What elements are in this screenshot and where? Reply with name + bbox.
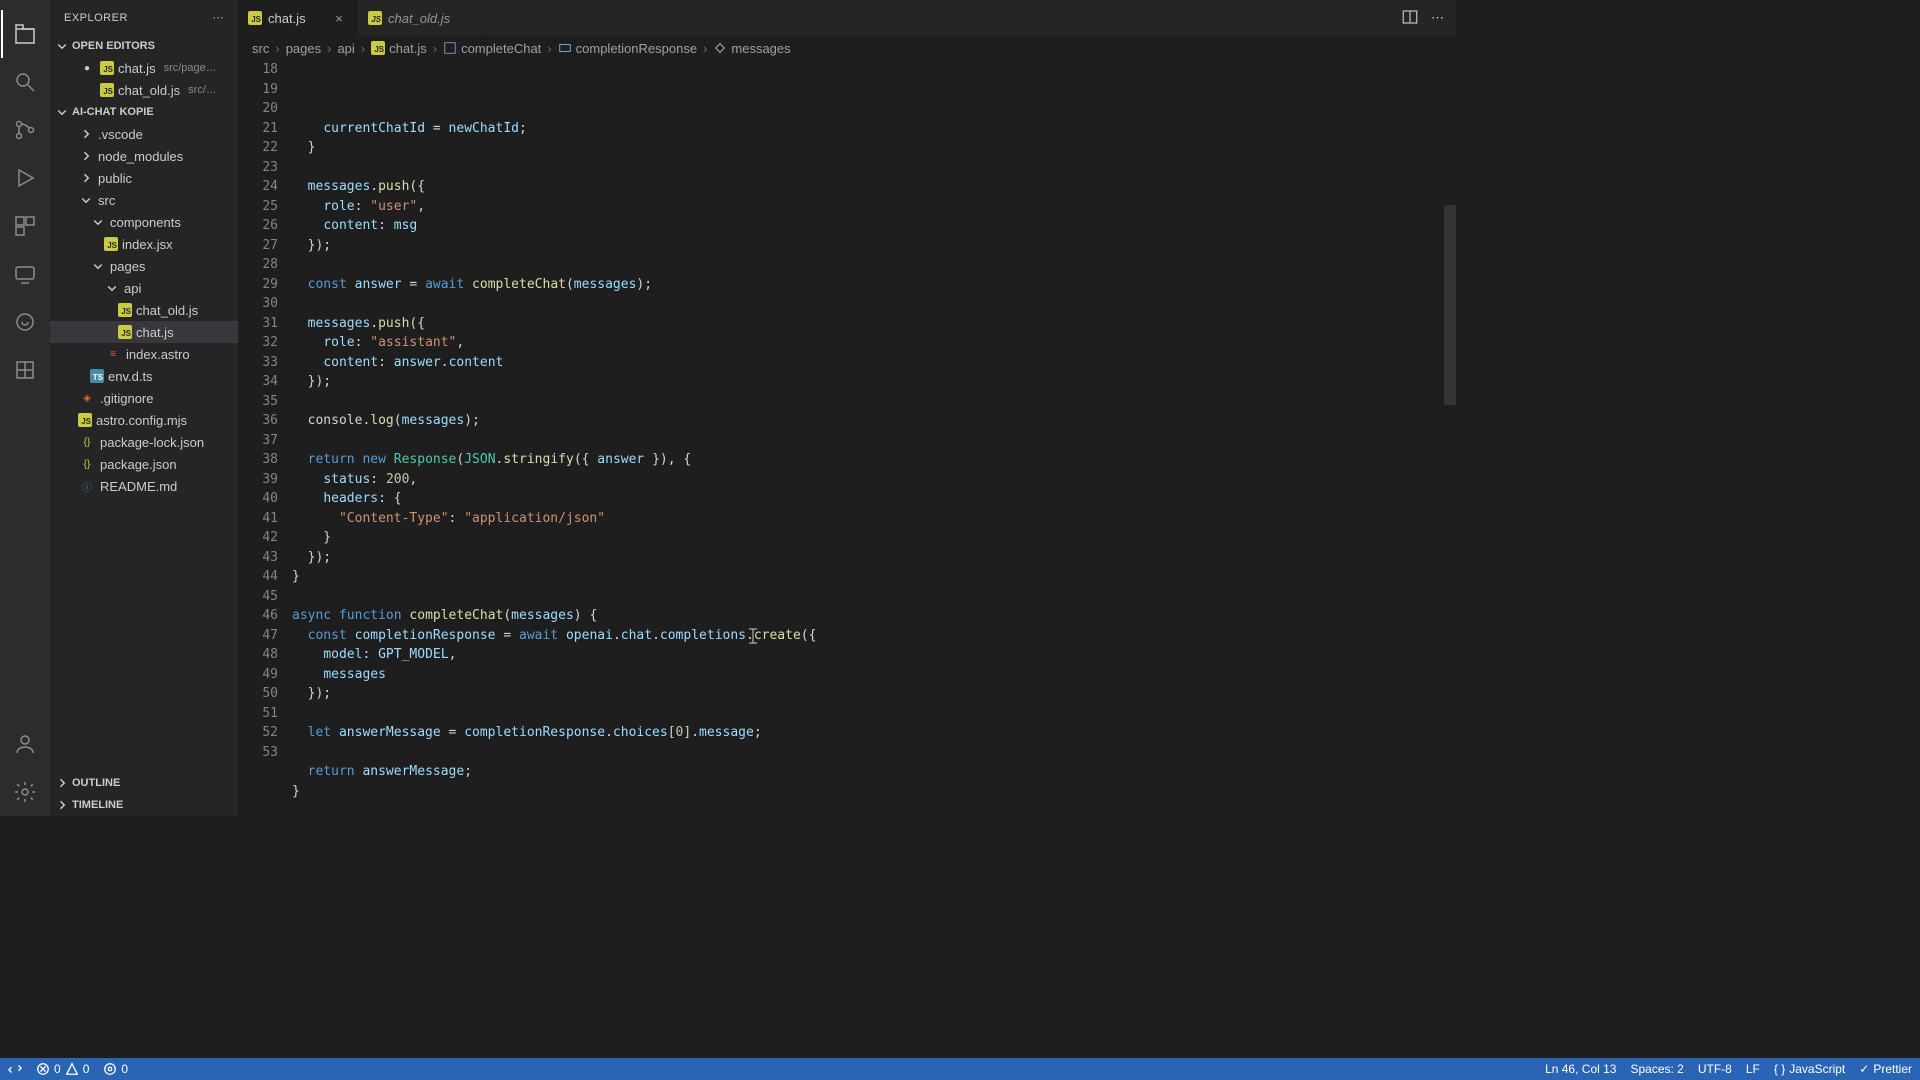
- file-env[interactable]: TSenv.d.ts: [50, 365, 238, 387]
- activity-source-control[interactable]: [1, 106, 49, 154]
- folder-src[interactable]: src: [50, 189, 238, 211]
- activity-extra-2[interactable]: [1, 346, 49, 394]
- status-cursor-pos[interactable]: Ln 46, Col 13: [1545, 1062, 1616, 1076]
- chevron-right-icon: [78, 148, 94, 164]
- file-astro-config[interactable]: JSastro.config.mjs: [50, 409, 238, 431]
- chevron-right-icon: [78, 170, 94, 186]
- file-chat[interactable]: JSchat.js: [50, 321, 238, 343]
- file-pkg-lock[interactable]: {}package-lock.json: [50, 431, 238, 453]
- chevron-down-icon: [90, 258, 106, 274]
- activity-search[interactable]: [1, 58, 49, 106]
- js-file-icon: JS: [248, 11, 262, 25]
- activity-bar: [0, 0, 50, 816]
- folder-api[interactable]: api: [50, 277, 238, 299]
- main-area: JS chat.js × JS chat_old.js ⋯ src› pages…: [238, 0, 1456, 816]
- status-ports[interactable]: 0: [103, 1062, 128, 1076]
- workspace-header[interactable]: AI-CHAT KOPIE: [50, 101, 238, 123]
- js-file-icon: JS: [118, 303, 132, 317]
- json-file-icon: {}: [78, 455, 96, 473]
- chevron-down-icon: [78, 192, 94, 208]
- ts-file-icon: TS: [90, 369, 104, 383]
- js-file-icon: JS: [118, 325, 132, 339]
- astro-file-icon: ≡: [104, 345, 122, 363]
- close-icon: [78, 81, 96, 99]
- status-problems[interactable]: 0 0: [36, 1062, 89, 1076]
- status-encoding[interactable]: UTF-8: [1698, 1062, 1732, 1076]
- dirty-dot-icon: ●: [78, 59, 96, 77]
- line-gutter: 1819202122232425262728293031323334353637…: [238, 60, 292, 816]
- folder-pages[interactable]: pages: [50, 255, 238, 277]
- chevron-down-icon: [54, 38, 70, 54]
- js-file-icon: JS: [78, 413, 92, 427]
- folder-public[interactable]: public: [50, 167, 238, 189]
- js-file-icon: JS: [371, 41, 385, 55]
- tab-bar: JS chat.js × JS chat_old.js ⋯: [238, 0, 1456, 36]
- status-eol[interactable]: LF: [1746, 1062, 1760, 1076]
- chevron-down-icon: [104, 280, 120, 296]
- method-icon: [443, 41, 457, 55]
- open-editors-header[interactable]: OPEN EDITORS: [50, 35, 238, 57]
- js-file-icon: JS: [100, 83, 114, 97]
- file-index-astro[interactable]: ≡index.astro: [50, 343, 238, 365]
- file-chat-old[interactable]: JSchat_old.js: [50, 299, 238, 321]
- chevron-down-icon: [54, 104, 70, 120]
- editor[interactable]: 1819202122232425262728293031323334353637…: [238, 60, 1456, 816]
- explorer-label: EXPLORER: [64, 12, 128, 24]
- activity-extra-1[interactable]: [1, 298, 49, 346]
- info-file-icon: ⓘ: [78, 477, 96, 495]
- more-actions-icon[interactable]: ⋯: [1431, 10, 1444, 26]
- folder-vscode[interactable]: .vscode: [50, 123, 238, 145]
- folder-components[interactable]: components: [50, 211, 238, 233]
- activity-settings[interactable]: [1, 768, 49, 816]
- sidebar: EXPLORER ⋯ OPEN EDITORS ● JS chat.js src…: [50, 0, 238, 816]
- status-remote[interactable]: [8, 1062, 22, 1076]
- js-file-icon: JS: [104, 237, 118, 251]
- status-bar: 0 0 0 Ln 46, Col 13 Spaces: 2 UTF-8 LF {…: [0, 1058, 1920, 1080]
- tab-chat-old-js[interactable]: JS chat_old.js: [358, 0, 483, 36]
- js-file-icon: JS: [100, 61, 114, 75]
- json-file-icon: {}: [78, 433, 96, 451]
- split-editor-icon[interactable]: [1401, 8, 1419, 29]
- outline-header[interactable]: OUTLINE: [50, 772, 238, 794]
- activity-remote[interactable]: [1, 250, 49, 298]
- chevron-right-icon: [78, 126, 94, 142]
- code-content[interactable]: currentChatId = newChatId; } messages.pu…: [292, 60, 1456, 816]
- git-file-icon: ◈: [78, 389, 96, 407]
- chevron-right-icon: [54, 797, 70, 813]
- tab-close-icon[interactable]: ×: [331, 11, 347, 26]
- property-icon: [713, 41, 727, 55]
- variable-icon: [558, 41, 572, 55]
- chevron-down-icon: [90, 214, 106, 230]
- file-gitignore[interactable]: ◈.gitignore: [50, 387, 238, 409]
- open-editor-item[interactable]: JS chat_old.js src/…: [50, 79, 238, 101]
- status-indentation[interactable]: Spaces: 2: [1630, 1062, 1683, 1076]
- explorer-more-icon[interactable]: ⋯: [213, 11, 225, 24]
- activity-run-debug[interactable]: [1, 154, 49, 202]
- breadcrumb[interactable]: src› pages› api› JSchat.js› completeChat…: [238, 36, 1456, 60]
- tab-chat-js[interactable]: JS chat.js ×: [238, 0, 358, 36]
- activity-extensions[interactable]: [1, 202, 49, 250]
- status-prettier[interactable]: ✓ Prettier: [1859, 1062, 1912, 1076]
- file-pkg[interactable]: {}package.json: [50, 453, 238, 475]
- js-file-icon: JS: [368, 11, 382, 25]
- timeline-header[interactable]: TIMELINE: [50, 794, 238, 816]
- chevron-right-icon: [54, 775, 70, 791]
- file-readme[interactable]: ⓘREADME.md: [50, 475, 238, 497]
- sidebar-title: EXPLORER ⋯: [50, 0, 238, 35]
- status-language[interactable]: { } JavaScript: [1774, 1062, 1845, 1076]
- activity-accounts[interactable]: [1, 720, 49, 768]
- folder-node-modules[interactable]: node_modules: [50, 145, 238, 167]
- open-editor-item[interactable]: ● JS chat.js src/page…: [50, 57, 238, 79]
- scrollbar-thumb[interactable]: [1444, 205, 1456, 405]
- text-cursor-icon: [747, 627, 759, 645]
- activity-explorer[interactable]: [1, 10, 49, 58]
- file-index-jsx[interactable]: JSindex.jsx: [50, 233, 238, 255]
